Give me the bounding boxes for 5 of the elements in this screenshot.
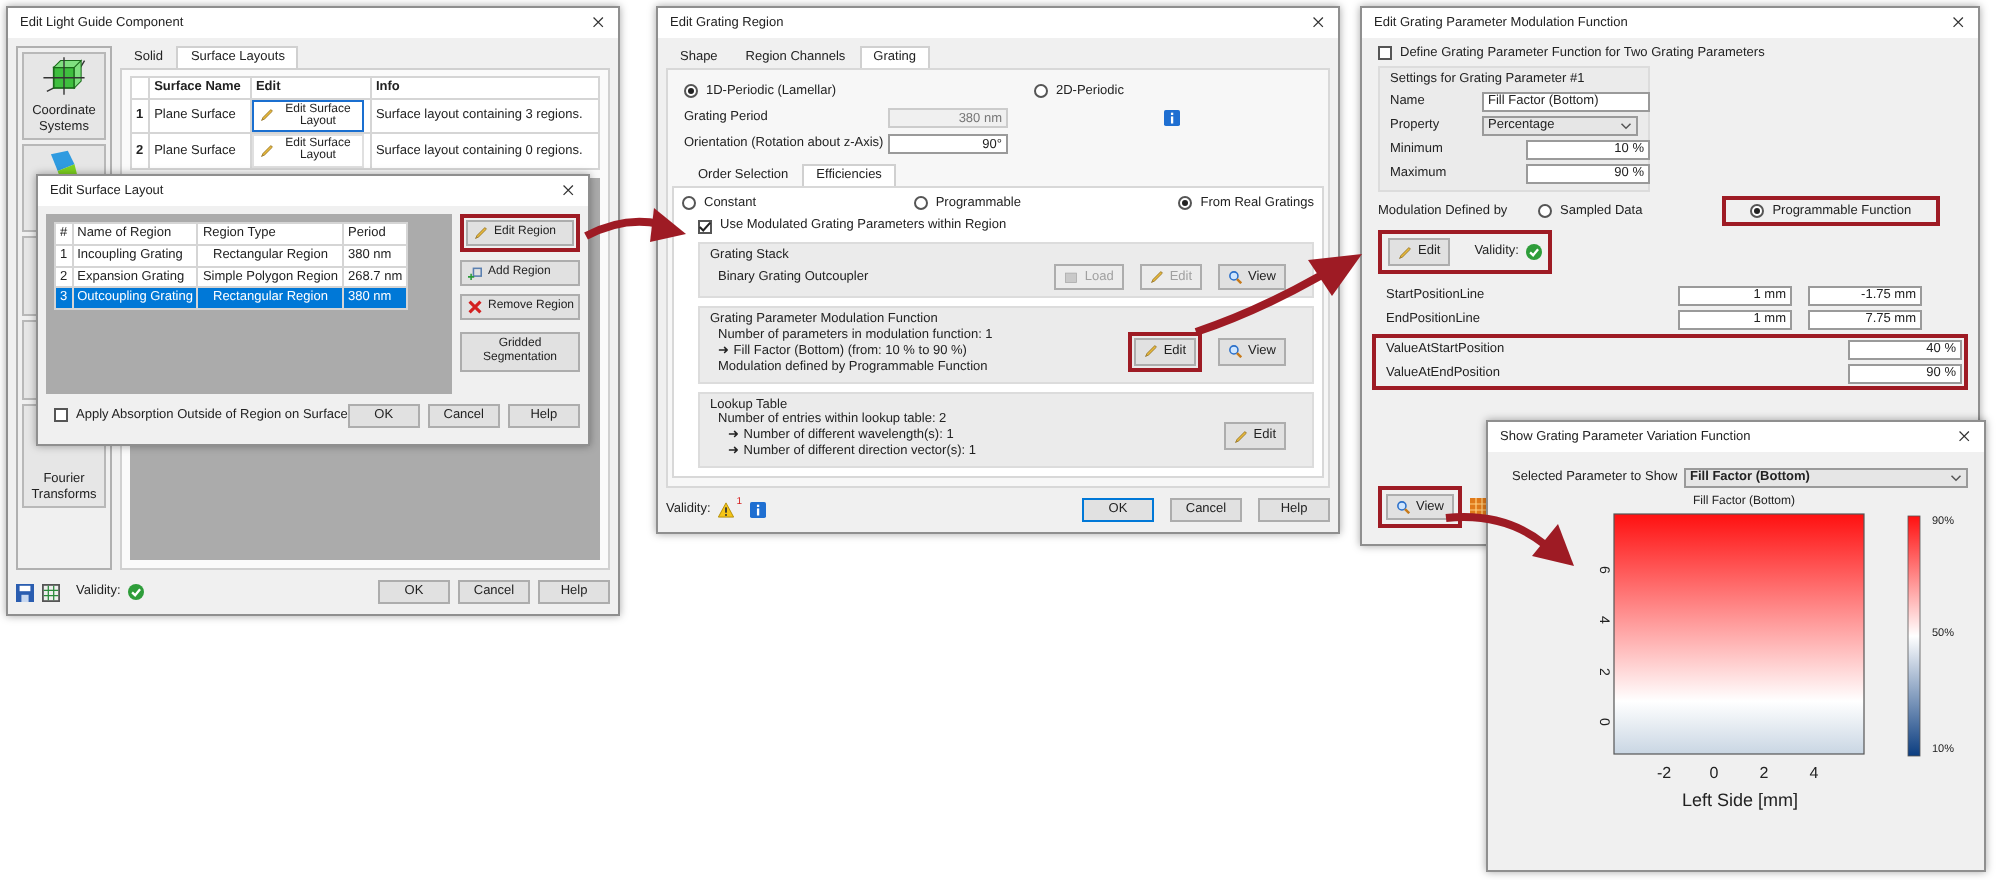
- axis-title: Left Side [mm]: [1681, 790, 1799, 810]
- tick-label: 4: [1809, 764, 1819, 782]
- tick-label: 2: [1759, 764, 1769, 782]
- tick-label: 0: [1709, 764, 1719, 782]
- tick-label: -2: [1656, 764, 1672, 782]
